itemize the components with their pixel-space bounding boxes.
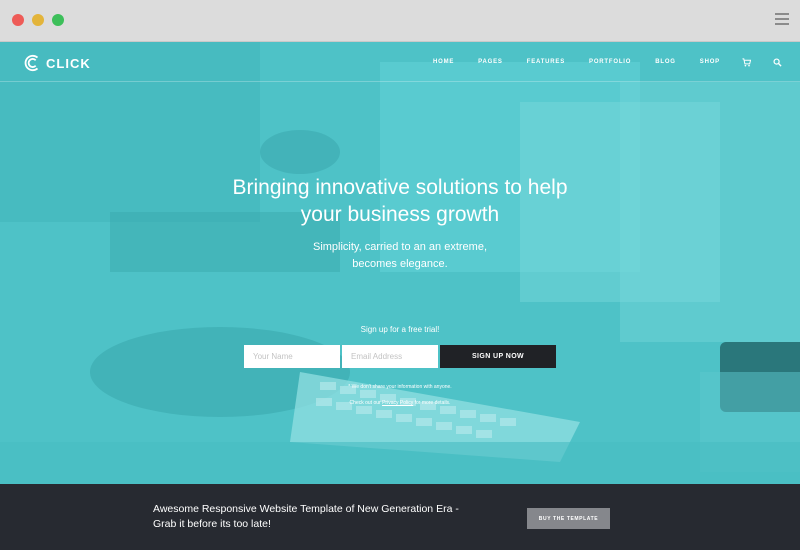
hero-subheadline: Simplicity, carried to an an extreme, be… bbox=[0, 239, 800, 273]
privacy-note: * We don't share your information with a… bbox=[348, 384, 452, 390]
nav-features[interactable]: FEATURES bbox=[527, 59, 565, 65]
signup-form: SIGN UP NOW bbox=[244, 345, 556, 368]
privacy-note-suffix: for more details. bbox=[414, 400, 451, 406]
menu-icon[interactable] bbox=[775, 13, 789, 25]
cart-icon[interactable] bbox=[742, 57, 751, 67]
hero-section: CLICK HOME PAGES FEATURES PORTFOLIO BLOG… bbox=[0, 42, 800, 484]
privacy-policy-link[interactable]: Privacy Policy bbox=[382, 400, 413, 406]
privacy-policy-note: Check out our Privacy Policy for more de… bbox=[0, 400, 800, 406]
buy-template-button[interactable]: BUY THE TEMPLATE bbox=[527, 508, 610, 529]
email-input[interactable] bbox=[342, 345, 438, 368]
name-input[interactable] bbox=[244, 345, 340, 368]
promo-line-2: Grab it before its too late! bbox=[153, 518, 271, 530]
c-logo-icon bbox=[24, 54, 39, 72]
subline-line-2: becomes elegance. bbox=[352, 258, 448, 270]
promo-bar: Awesome Responsive Website Template of N… bbox=[0, 484, 800, 550]
brand-logo[interactable]: CLICK bbox=[24, 53, 91, 73]
signup-label: Sign up for a free trial! bbox=[360, 325, 440, 334]
headline-line-2: your business growth bbox=[300, 203, 500, 226]
nav-shop[interactable]: SHOP bbox=[700, 59, 720, 65]
nav-pages[interactable]: PAGES bbox=[478, 59, 503, 65]
hero-headline: Bringing innovative solutions to help yo… bbox=[0, 174, 800, 228]
sign-up-button[interactable]: SIGN UP NOW bbox=[440, 345, 556, 368]
browser-toolbar bbox=[0, 0, 800, 42]
nav-links: HOME PAGES FEATURES PORTFOLIO BLOG SHOP bbox=[409, 42, 782, 82]
brand-name: CLICK bbox=[46, 55, 91, 71]
promo-line-1: Awesome Responsive Website Template of N… bbox=[153, 503, 459, 515]
privacy-note-prefix: Check out our bbox=[349, 400, 381, 406]
minimize-window-button[interactable] bbox=[32, 14, 44, 26]
close-window-button[interactable] bbox=[12, 14, 24, 26]
subline-line-1: Simplicity, carried to an an extreme, bbox=[312, 241, 488, 253]
promo-text: Awesome Responsive Website Template of N… bbox=[153, 502, 493, 532]
nav-blog[interactable]: BLOG bbox=[655, 59, 676, 65]
headline-line-1: Bringing innovative solutions to help bbox=[232, 176, 568, 199]
nav-home[interactable]: HOME bbox=[433, 59, 454, 65]
nav-portfolio[interactable]: PORTFOLIO bbox=[589, 59, 631, 65]
maximize-window-button[interactable] bbox=[52, 14, 64, 26]
top-navigation: CLICK HOME PAGES FEATURES PORTFOLIO BLOG… bbox=[0, 42, 800, 82]
search-icon[interactable] bbox=[773, 57, 782, 67]
